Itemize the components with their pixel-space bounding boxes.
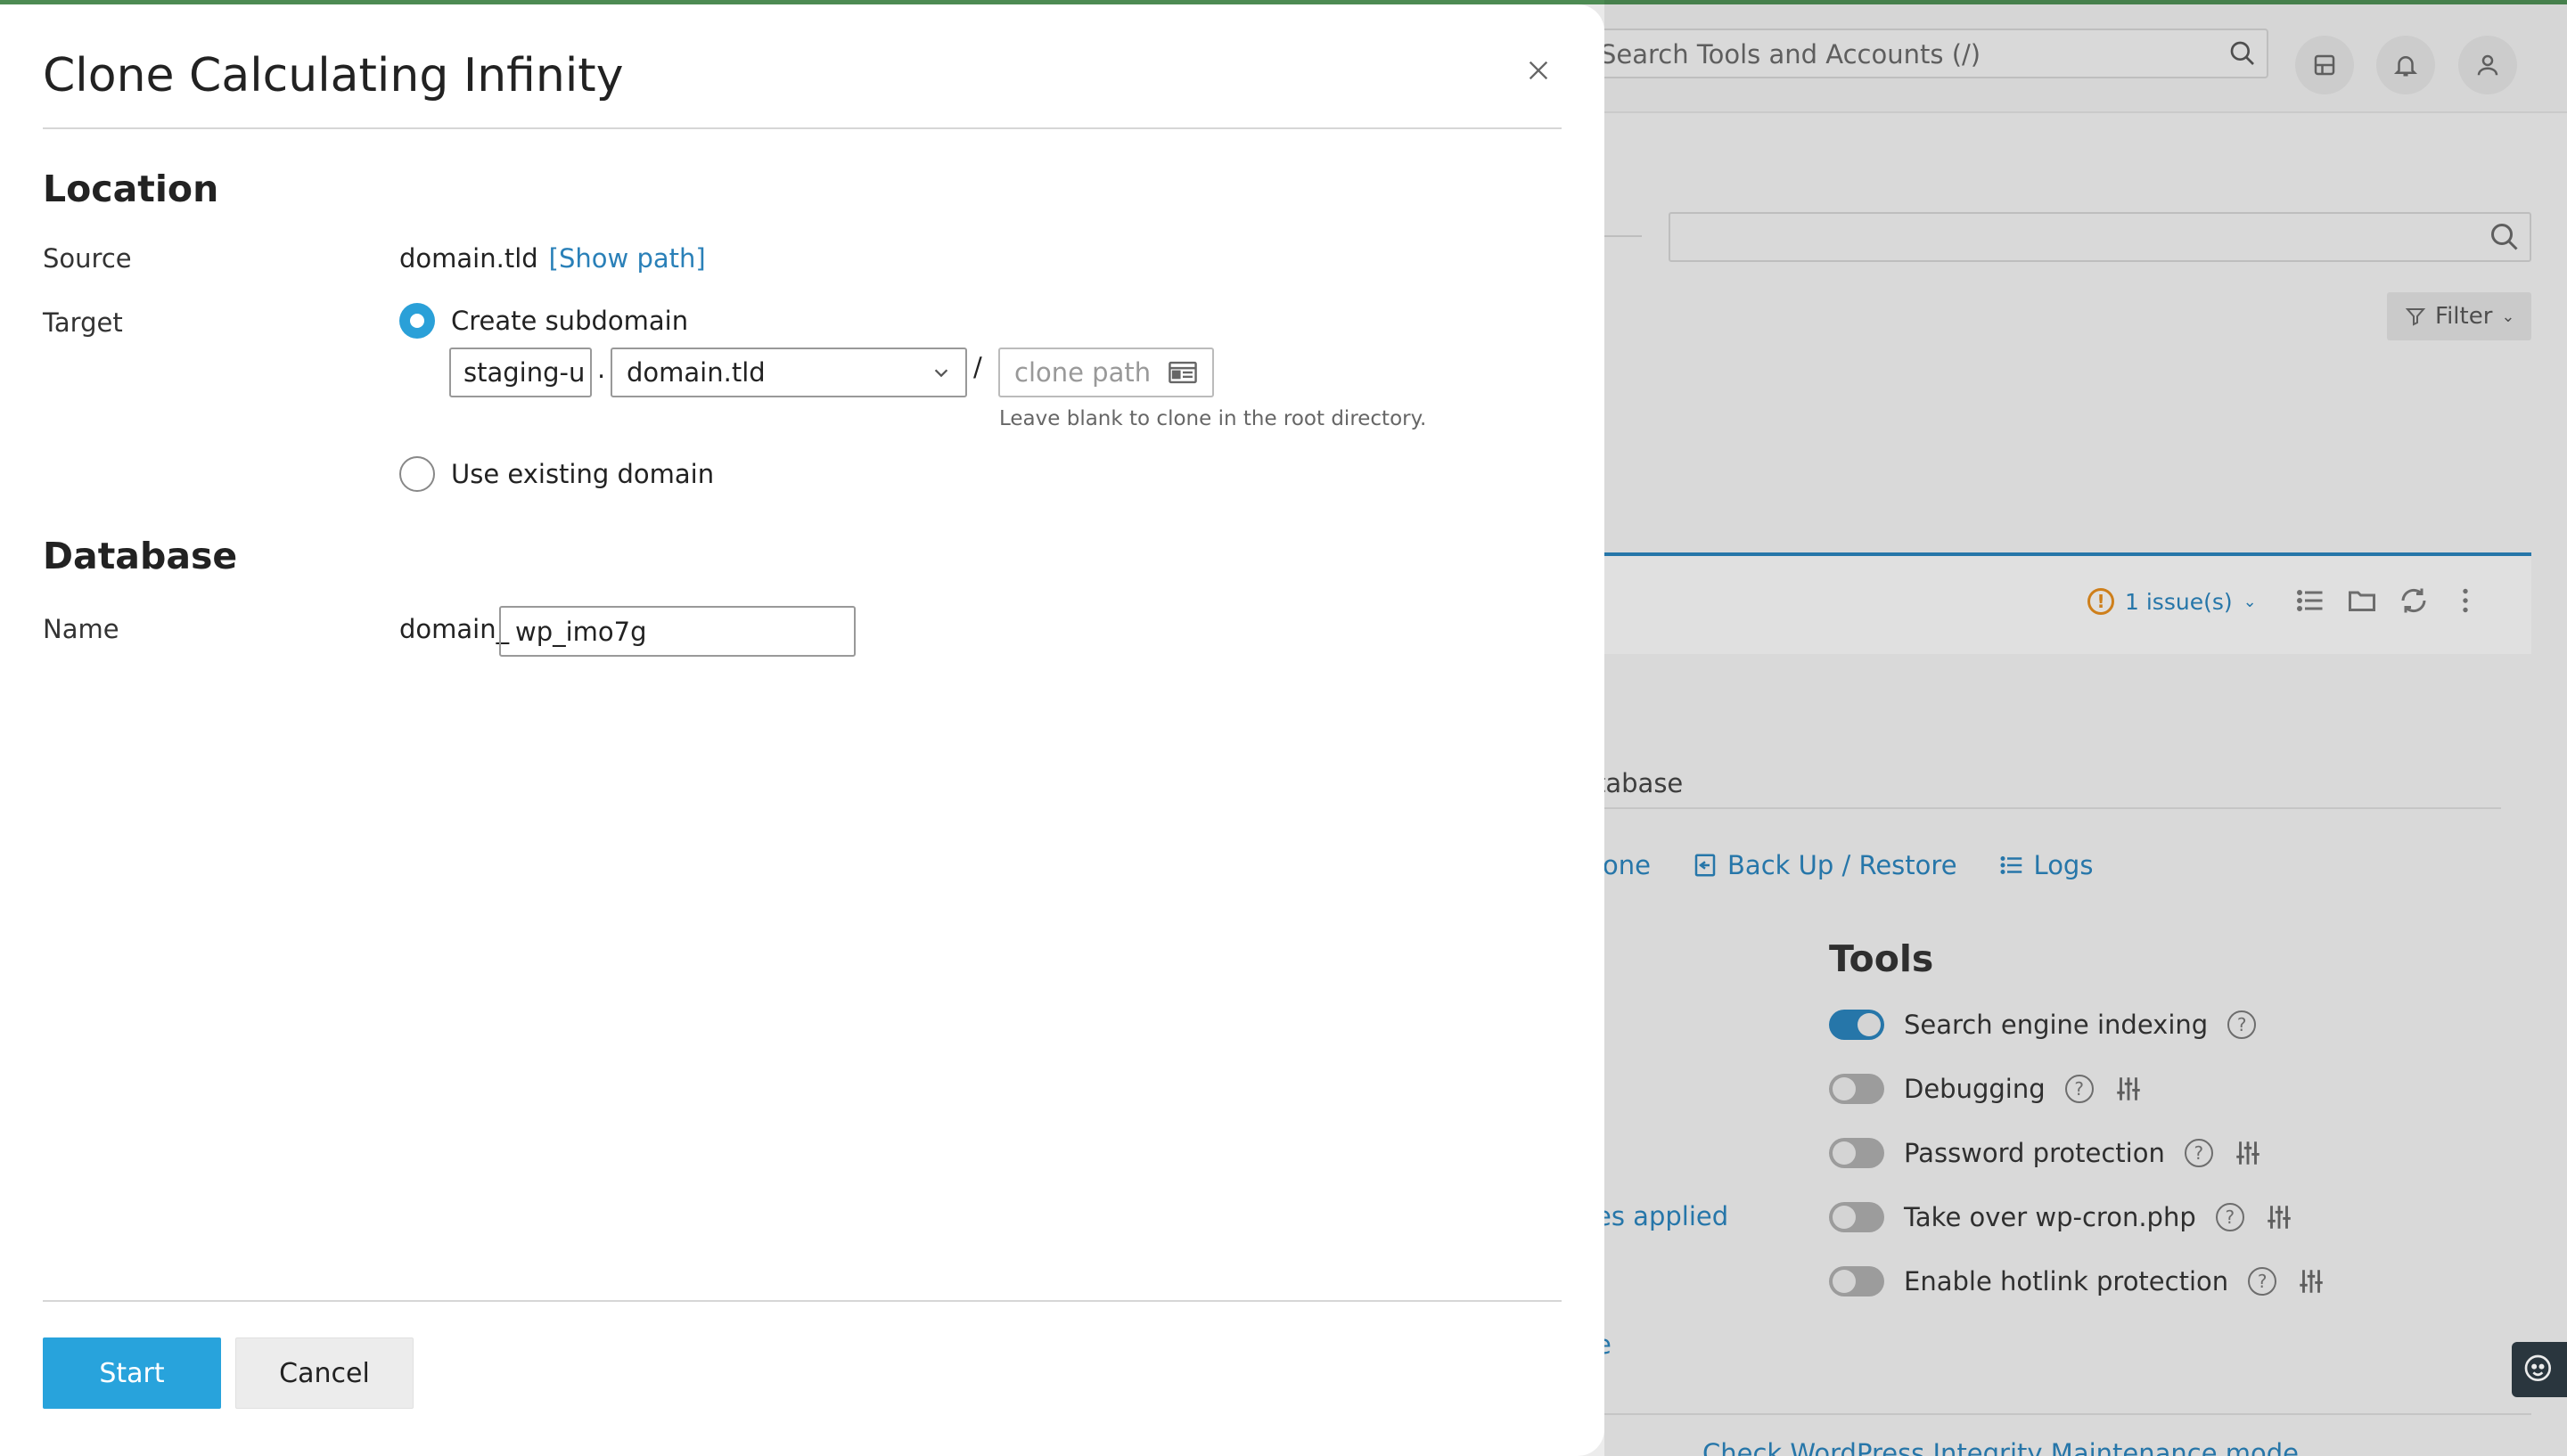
create-subdomain-option[interactable]: Create subdomain (399, 303, 688, 339)
db-name-input[interactable]: wp_imo7g (499, 606, 856, 657)
radio-use-existing-domain[interactable] (399, 456, 435, 492)
clone-dialog: Clone Calculating Infinity Location Sour… (0, 4, 1604, 1456)
source-label: Source (43, 243, 132, 274)
close-button[interactable] (1522, 54, 1554, 86)
dot-separator: . (597, 354, 606, 384)
target-label: Target (43, 307, 123, 338)
use-existing-label: Use existing domain (451, 459, 715, 489)
modal-backdrop[interactable] (1604, 0, 2567, 1456)
database-heading: Database (43, 535, 238, 577)
browse-directory-icon[interactable] (1168, 359, 1198, 386)
divider (43, 1300, 1562, 1302)
slash-separator: / (973, 352, 982, 382)
divider (43, 127, 1562, 129)
use-existing-domain-option[interactable]: Use existing domain (399, 456, 714, 492)
start-button[interactable]: Start (43, 1337, 221, 1409)
create-subdomain-label: Create subdomain (451, 306, 689, 336)
db-name-label: Name (43, 614, 119, 644)
clone-path-placeholder: clone path (1014, 357, 1152, 388)
dialog-title: Clone Calculating Infinity (43, 49, 624, 102)
subdomain-input[interactable]: staging-u (449, 348, 592, 397)
clone-path-input[interactable]: clone path (998, 348, 1214, 397)
domain-select[interactable]: domain.tld (611, 348, 967, 397)
clone-path-hint: Leave blank to clone in the root directo… (999, 407, 1427, 430)
chevron-down-icon (934, 369, 948, 378)
source-value: domain.tld (399, 243, 538, 274)
show-path-link[interactable]: [Show path] (549, 243, 706, 274)
db-prefix: domain_ (399, 614, 510, 644)
radio-create-subdomain[interactable] (399, 303, 435, 339)
domain-select-value: domain.tld (627, 357, 766, 388)
location-heading: Location (43, 168, 219, 210)
close-icon (1529, 61, 1548, 80)
source-value-row: domain.tld [Show path] (399, 243, 706, 274)
cancel-button[interactable]: Cancel (235, 1337, 414, 1409)
